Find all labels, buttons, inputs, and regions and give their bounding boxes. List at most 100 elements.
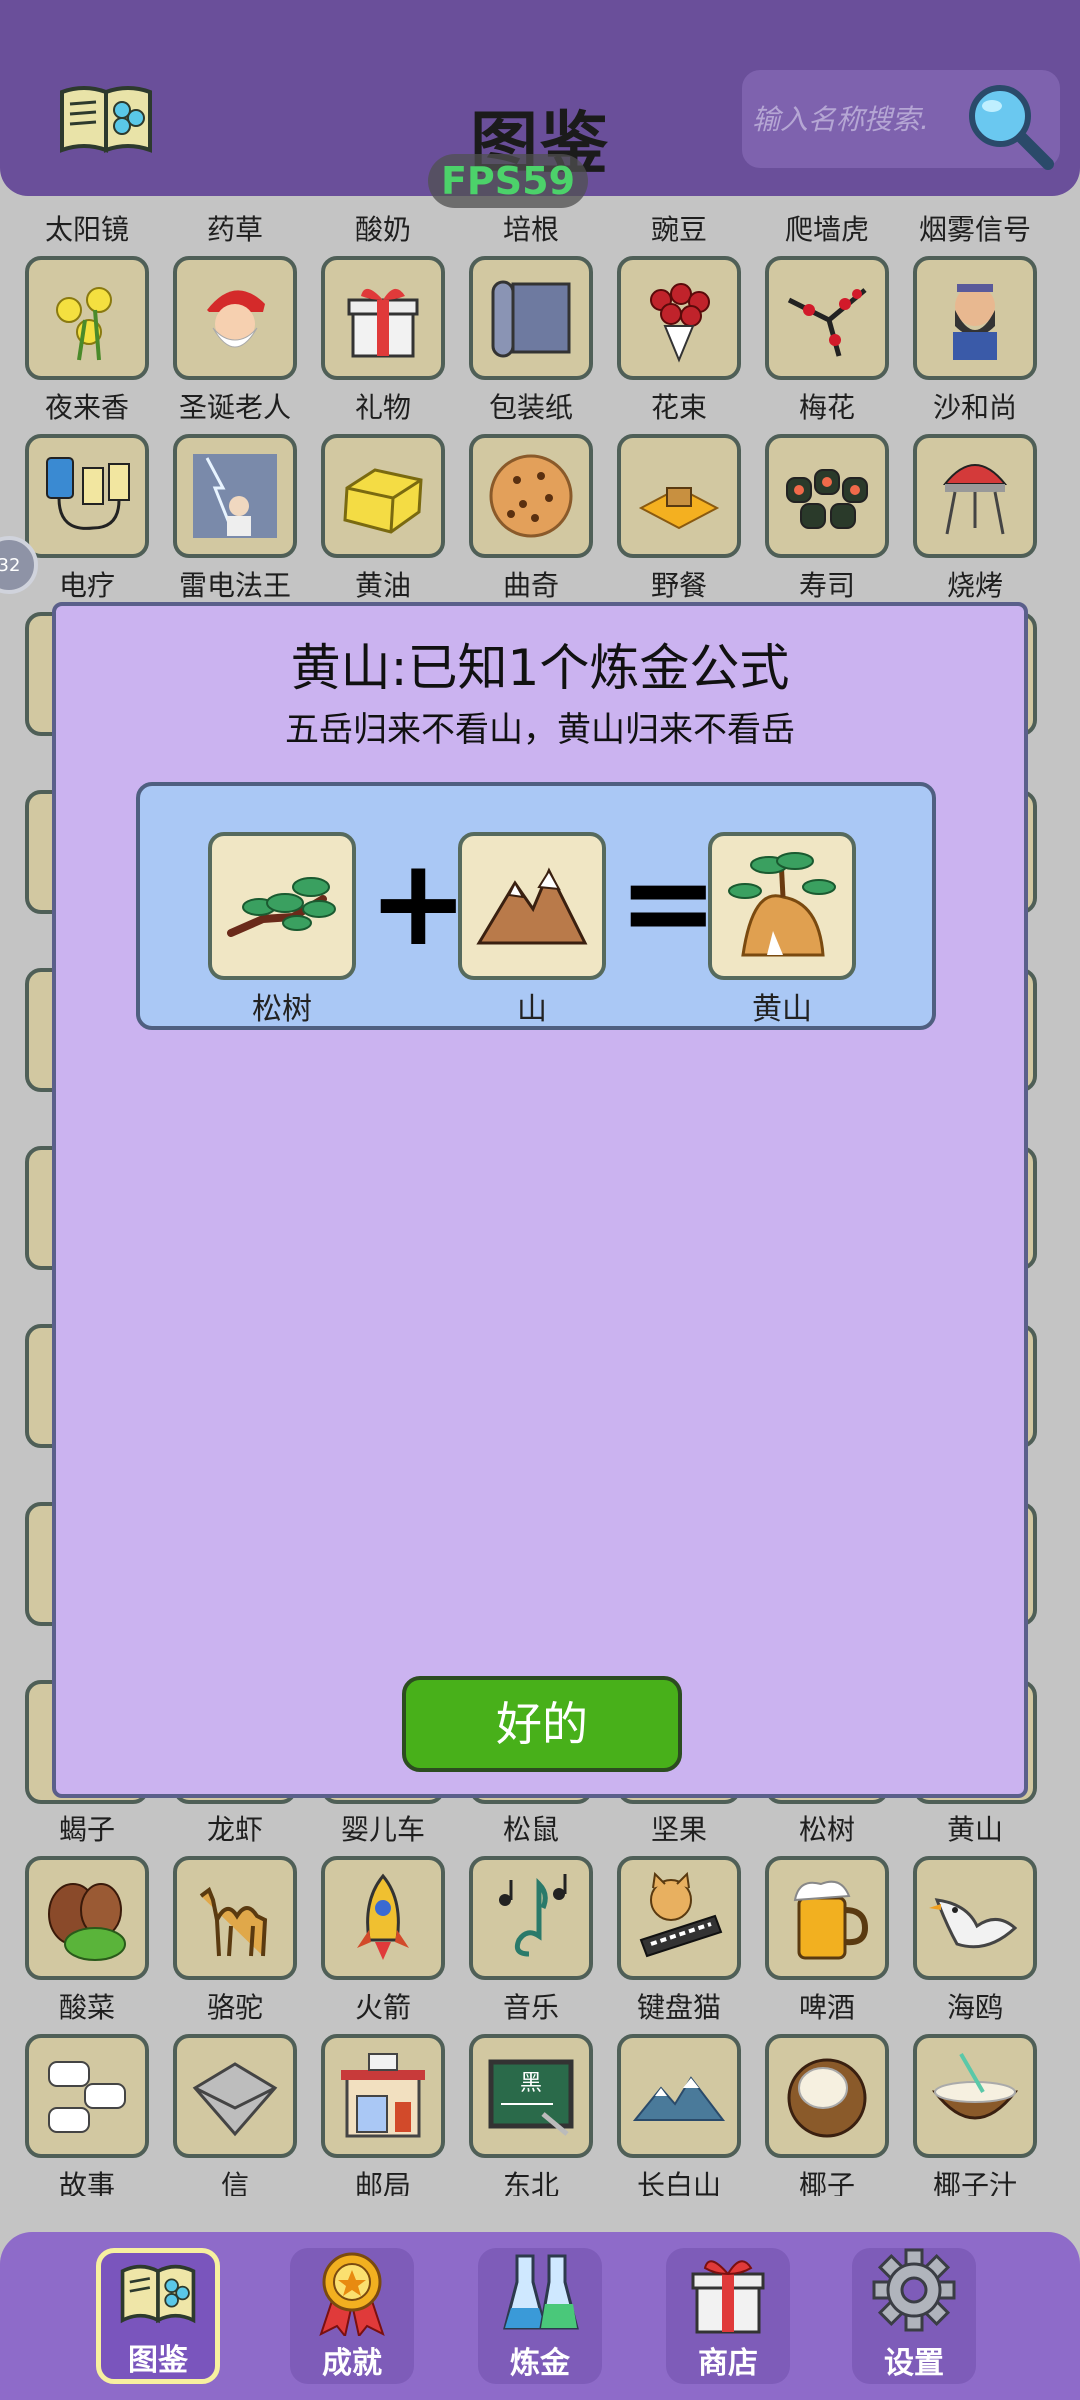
formula-output[interactable]: 黄山	[708, 832, 856, 1028]
item-tile-gift[interactable]	[321, 256, 445, 380]
mountain-icon	[476, 867, 588, 945]
nav-label: 炼金	[510, 2346, 570, 2381]
item-label: 豌豆	[650, 213, 707, 246]
item-label: 梅花	[798, 391, 855, 424]
item-tile-story[interactable]	[25, 2034, 149, 2158]
item-label: 包装纸	[488, 391, 573, 424]
item-label: 蝎子	[58, 1813, 115, 1846]
northeast-icon: 黑	[488, 2059, 574, 2136]
letter-icon	[192, 2062, 278, 2137]
item-label: 长白山	[636, 2169, 721, 2196]
item-tile-camel[interactable]	[173, 1856, 297, 1980]
item-label: 花束	[650, 391, 707, 424]
item-tile-lightning-king[interactable]	[173, 434, 297, 558]
item-tile-changbai-mountain[interactable]	[617, 2034, 741, 2158]
item-label: 啤酒	[798, 1991, 855, 2024]
lightning-king-icon	[193, 454, 277, 538]
item-label: 太阳镜	[44, 213, 129, 246]
formula-input-1-label: 松树	[252, 992, 312, 1027]
nav-tab-achievement[interactable]: 成就	[290, 2248, 414, 2384]
formula-output-label: 黄山	[752, 992, 812, 1027]
search-box[interactable]	[742, 70, 1060, 170]
ok-button[interactable]: 好的	[402, 1676, 682, 1772]
electrotherapy-icon	[46, 457, 130, 530]
item-tile-northeast[interactable]: 黑	[469, 2034, 593, 2158]
coconut-juice-icon	[931, 2052, 1019, 2120]
item-tile-music[interactable]	[469, 1856, 593, 1980]
bottom-nav: 图鉴 成就 炼金 商店 设置	[0, 2232, 1080, 2400]
nav-tab-shop[interactable]: 商店	[666, 2248, 790, 2384]
item-label: 爬墙虎	[784, 213, 869, 246]
item-label: 夜来香	[44, 391, 129, 424]
item-label: 龙虾	[206, 1813, 263, 1846]
formula-input-2[interactable]: 山	[458, 832, 606, 1028]
sushi-icon	[786, 469, 868, 529]
bouquet-icon	[650, 283, 710, 363]
dialog-subtitle: 五岳归来不看山，黄山归来不看岳	[285, 710, 795, 750]
item-tile-coconut[interactable]	[765, 2034, 889, 2158]
nav-label: 设置	[884, 2346, 944, 2381]
item-label: 骆驼	[206, 1991, 263, 2024]
equals-sign: =	[618, 834, 719, 973]
item-label: 酸奶	[354, 213, 411, 246]
item-tile-coconut-juice[interactable]	[913, 2034, 1037, 2158]
cookie-icon	[489, 454, 573, 538]
item-tile-grill[interactable]	[913, 434, 1037, 558]
beer-icon	[793, 1880, 869, 1960]
item-tile-monk[interactable]	[913, 256, 1037, 380]
nav-tab-collection[interactable]: 图鉴	[96, 2248, 220, 2384]
search-input[interactable]	[752, 94, 972, 144]
item-label: 圣诞老人	[178, 391, 291, 424]
huangshan-icon	[728, 852, 836, 957]
santa-icon	[207, 290, 265, 348]
item-tile-butter[interactable]	[321, 434, 445, 558]
item-tile-cookie[interactable]	[469, 434, 593, 558]
item-tile-rocket[interactable]	[321, 1856, 445, 1980]
formula-input-1[interactable]: 松树	[208, 832, 356, 1028]
camel-icon	[199, 1886, 268, 1957]
picnic-icon	[638, 486, 720, 530]
item-label: 海鸥	[946, 1991, 1003, 2024]
pine-tree-icon	[227, 877, 336, 937]
item-label: 培根	[502, 213, 559, 246]
item-tile-letter[interactable]	[173, 2034, 297, 2158]
item-tile-beer[interactable]	[765, 1856, 889, 1980]
item-tile-plum[interactable]	[765, 256, 889, 380]
plus-sign: +	[368, 834, 469, 973]
flask-icon	[503, 2254, 579, 2330]
butter-icon	[343, 468, 423, 534]
nav-tab-settings[interactable]: 设置	[852, 2248, 976, 2384]
dialog-title: 黄山:已知1个炼金公式	[290, 639, 790, 697]
svg-text:黑: 黑	[520, 2071, 542, 2096]
item-tile-wrapping-paper[interactable]	[469, 256, 593, 380]
item-label: 药草	[206, 213, 263, 246]
flower-icon	[56, 287, 112, 361]
seagull-icon	[929, 1898, 1018, 1949]
item-label: 火箭	[354, 1991, 411, 2024]
item-tile-yelaixiang[interactable]	[25, 256, 149, 380]
formula-box: 松树 + 山 = 黄山	[136, 782, 936, 1030]
item-label: 烧烤	[946, 569, 1003, 602]
item-label: 礼物	[354, 391, 411, 424]
item-tile-electrotherapy[interactable]	[25, 434, 149, 558]
item-tile-keyboard-cat[interactable]	[617, 1856, 741, 1980]
music-icon	[499, 1874, 567, 1957]
item-label: 雷电法王	[178, 569, 291, 602]
item-tile-santa[interactable]	[173, 256, 297, 380]
item-tile-picnic[interactable]	[617, 434, 741, 558]
nav-tab-alchemy[interactable]: 炼金	[478, 2248, 602, 2384]
item-label: 坚果	[650, 1813, 707, 1846]
item-label: 椰子	[798, 2169, 855, 2196]
item-tile-sushi[interactable]	[765, 434, 889, 558]
nav-label: 图鉴	[128, 2343, 188, 2378]
search-icon[interactable]	[960, 76, 1056, 172]
item-tile-bouquet[interactable]	[617, 256, 741, 380]
pickled-cabbage-icon	[48, 1883, 126, 1961]
item-label: 寿司	[798, 569, 855, 602]
item-tile-post-office[interactable]	[321, 2034, 445, 2158]
medal-icon	[319, 2252, 385, 2336]
grill-icon	[942, 464, 1008, 535]
item-tile-seagull[interactable]	[913, 1856, 1037, 1980]
item-label: 邮局	[354, 2169, 411, 2196]
item-tile-pickled-cabbage[interactable]	[25, 1856, 149, 1980]
